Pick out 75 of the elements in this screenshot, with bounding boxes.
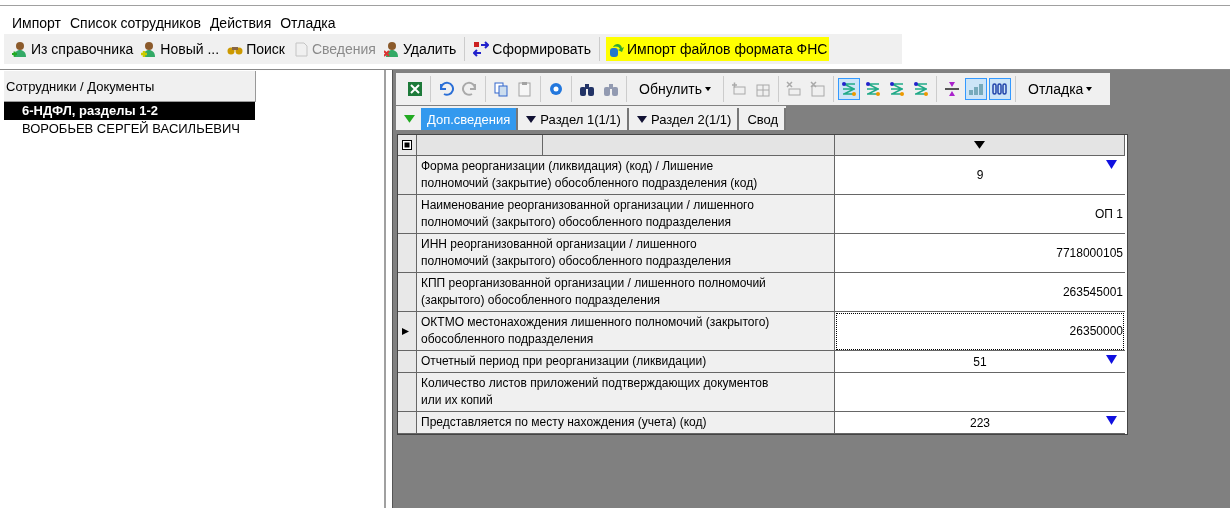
value-cell[interactable]: 223 (835, 412, 1125, 434)
field-label: Форма реорганизации (ликвидация) (код) / Лишение полномочий (закрытие) обособленного подразделения (код) (417, 156, 835, 195)
triangle-icon (526, 115, 537, 123)
dropdown-triangle-icon[interactable] (1106, 160, 1117, 169)
field-label: ОКТМО местонахождения лишенного полномочий (закрытого) обособленного подразделения (417, 312, 835, 351)
toolbar-button[interactable]: Из справочника (10, 37, 136, 61)
dropdown-triangle-icon[interactable] (1106, 416, 1117, 425)
field-label: КПП реорганизованной организации / лишенного полномочий (закрытого) обособленного подразделения (417, 273, 835, 312)
binoculars-icon (603, 81, 619, 97)
value-cell[interactable]: 7718000105 (835, 234, 1125, 273)
columns-icon (992, 81, 1009, 97)
caret-icon (705, 86, 712, 92)
person-icon (141, 41, 158, 57)
toolbar-button[interactable]: Удалить (381, 37, 459, 61)
menu-item[interactable]: Отладка (280, 15, 336, 31)
arrows-icon (473, 41, 490, 57)
caret-icon (1086, 86, 1093, 92)
links-icon (889, 81, 906, 97)
menu-button[interactable]: Отладка (1020, 76, 1101, 102)
value-cell[interactable]: 9 (835, 156, 1125, 195)
row-pointer-icon (402, 327, 412, 335)
select-all-icon[interactable] (402, 140, 412, 150)
cell-value: 9 (976, 168, 984, 182)
sort-triangle-icon (974, 141, 985, 149)
value-cell[interactable]: 51 (835, 351, 1125, 373)
value-cell[interactable]: 26350000 (835, 312, 1125, 351)
split-icon (944, 81, 961, 97)
undo-icon (438, 81, 454, 97)
cell-value: 51 (973, 354, 987, 369)
person-icon (12, 41, 28, 57)
links-icon (913, 81, 930, 97)
cell-value: ОП 1 (1095, 207, 1123, 221)
menu-item[interactable]: Импорт (12, 15, 61, 31)
blocks-icon (968, 81, 985, 97)
document-icon (292, 41, 309, 57)
toolbar-icon-button[interactable] (838, 78, 861, 100)
cell-value: 263545001 (1062, 285, 1123, 299)
toolbar-button[interactable]: Сформировать (471, 37, 594, 61)
field-label: Представляется по месту нахождения (учета) (код) (417, 412, 835, 434)
table-plus-icon (731, 81, 748, 97)
triangle-icon (636, 115, 647, 123)
field-label: ИНН реорганизованной организации / лишенного полномочий (закрытого) обособленного подразделения (417, 234, 835, 273)
row-header[interactable] (398, 312, 417, 351)
filter-triangle-icon (404, 115, 415, 123)
value-cell[interactable]: ОП 1 (835, 195, 1125, 234)
spreadsheet-icon (407, 81, 423, 97)
cell-value: 26350000 (1069, 324, 1123, 338)
toolbar-button[interactable]: Новый ... (139, 37, 222, 61)
menu-button[interactable]: Обнулить (631, 76, 720, 102)
table-plus-icon (755, 81, 772, 97)
tree-item[interactable]: ВОРОБЬЕВ СЕРГЕЙ ВАСИЛЬЕВИЧ (4, 120, 255, 138)
dropdown-triangle-icon[interactable] (1106, 355, 1117, 364)
table-cross-icon (810, 81, 827, 97)
links-icon (865, 81, 882, 97)
menu-item[interactable]: Список сотрудников (69, 15, 201, 31)
field-label: Наименование реорганизованной организации / лишенного полномочий (закрытого) обособленного подразделения (417, 195, 835, 234)
table-cross-icon (786, 81, 803, 97)
toolbar-button[interactable]: Импорт файлов формата ФНС (606, 37, 830, 61)
column-header[interactable] (835, 135, 1125, 156)
person-icon (383, 41, 400, 57)
cell-value: 223 (970, 415, 990, 430)
tree-header: Сотрудники / Документы (4, 71, 256, 102)
field-label: Количество листов приложений подтверждающих документов или их копий (417, 373, 835, 412)
value-cell[interactable]: 263545001 (835, 273, 1125, 312)
tree-item[interactable]: 6-НДФЛ, разделы 1-2 (4, 102, 255, 120)
copy-icon (493, 81, 509, 97)
cell-value: 7718000105 (1056, 246, 1123, 260)
paste-icon (517, 81, 533, 97)
links-icon (841, 81, 858, 97)
binoculars-icon (579, 81, 595, 97)
redo-icon (462, 81, 478, 97)
field-label: Отчетный период при реорганизации (ликвидации) (417, 351, 835, 373)
toolbar-icon-button[interactable] (989, 78, 1012, 100)
toolbar-button[interactable]: Поиск (225, 37, 287, 61)
menu-item[interactable]: Действия (209, 15, 272, 31)
